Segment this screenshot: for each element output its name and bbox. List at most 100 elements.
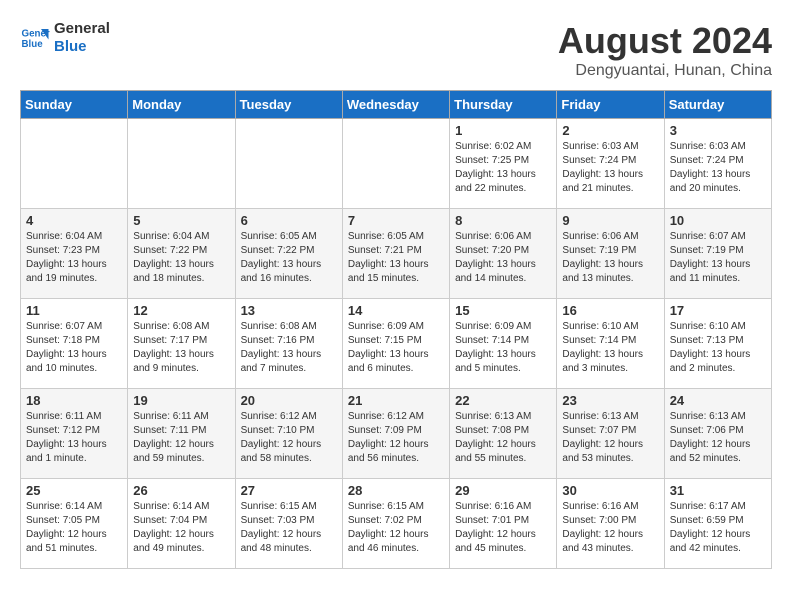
day-info: Sunrise: 6:11 AM Sunset: 7:11 PM Dayligh… bbox=[133, 410, 229, 466]
day-info: Sunrise: 6:08 AM Sunset: 7:16 PM Dayligh… bbox=[241, 320, 337, 376]
calendar-cell bbox=[128, 119, 235, 209]
title-block: August 2024 Dengyuantai, Hunan, China bbox=[558, 20, 772, 80]
calendar-week-row: 11 Sunrise: 6:07 AM Sunset: 7:18 PM Dayli… bbox=[21, 299, 772, 389]
day-number: 13 bbox=[241, 303, 337, 318]
day-info: Sunrise: 6:07 AM Sunset: 7:19 PM Dayligh… bbox=[670, 230, 766, 286]
calendar-cell: 25 Sunrise: 6:14 AM Sunset: 7:05 PM Dayli… bbox=[21, 479, 128, 569]
day-info: Sunrise: 6:15 AM Sunset: 7:03 PM Dayligh… bbox=[241, 500, 337, 556]
day-info: Sunrise: 6:02 AM Sunset: 7:25 PM Dayligh… bbox=[455, 140, 551, 196]
day-info: Sunrise: 6:13 AM Sunset: 7:08 PM Dayligh… bbox=[455, 410, 551, 466]
logo: General Blue GeneralBlue bbox=[20, 20, 110, 56]
calendar-cell: 23 Sunrise: 6:13 AM Sunset: 7:07 PM Dayli… bbox=[557, 389, 664, 479]
day-number: 16 bbox=[562, 303, 658, 318]
month-year: August 2024 bbox=[558, 20, 772, 62]
day-info: Sunrise: 6:10 AM Sunset: 7:14 PM Dayligh… bbox=[562, 320, 658, 376]
day-info: Sunrise: 6:17 AM Sunset: 6:59 PM Dayligh… bbox=[670, 500, 766, 556]
calendar-cell: 30 Sunrise: 6:16 AM Sunset: 7:00 PM Dayli… bbox=[557, 479, 664, 569]
day-info: Sunrise: 6:16 AM Sunset: 7:00 PM Dayligh… bbox=[562, 500, 658, 556]
calendar-cell bbox=[235, 119, 342, 209]
day-info: Sunrise: 6:13 AM Sunset: 7:06 PM Dayligh… bbox=[670, 410, 766, 466]
calendar-cell: 18 Sunrise: 6:11 AM Sunset: 7:12 PM Dayli… bbox=[21, 389, 128, 479]
day-number: 18 bbox=[26, 393, 122, 408]
calendar-cell: 26 Sunrise: 6:14 AM Sunset: 7:04 PM Dayli… bbox=[128, 479, 235, 569]
day-number: 5 bbox=[133, 213, 229, 228]
calendar-cell: 7 Sunrise: 6:05 AM Sunset: 7:21 PM Daylig… bbox=[342, 209, 449, 299]
day-info: Sunrise: 6:09 AM Sunset: 7:14 PM Dayligh… bbox=[455, 320, 551, 376]
day-number: 12 bbox=[133, 303, 229, 318]
day-info: Sunrise: 6:15 AM Sunset: 7:02 PM Dayligh… bbox=[348, 500, 444, 556]
calendar-cell: 20Sunrise: 6:12 AM Sunset: 7:10 PM Dayli… bbox=[235, 389, 342, 479]
calendar-cell bbox=[21, 119, 128, 209]
day-info: Sunrise: 6:06 AM Sunset: 7:19 PM Dayligh… bbox=[562, 230, 658, 286]
calendar-header-row: SundayMondayTuesdayWednesdayThursdayFrid… bbox=[21, 91, 772, 119]
day-info: Sunrise: 6:11 AM Sunset: 7:12 PM Dayligh… bbox=[26, 410, 122, 466]
day-number: 8 bbox=[455, 213, 551, 228]
day-number: 3 bbox=[670, 123, 766, 138]
day-number: 23 bbox=[562, 393, 658, 408]
calendar-cell: 8 Sunrise: 6:06 AM Sunset: 7:20 PM Daylig… bbox=[450, 209, 557, 299]
day-info: Sunrise: 6:16 AM Sunset: 7:01 PM Dayligh… bbox=[455, 500, 551, 556]
calendar-cell: 14 Sunrise: 6:09 AM Sunset: 7:15 PM Dayli… bbox=[342, 299, 449, 389]
calendar-cell: 4Sunrise: 6:04 AM Sunset: 7:23 PM Daylig… bbox=[21, 209, 128, 299]
day-number: 26 bbox=[133, 483, 229, 498]
day-of-week-header: Monday bbox=[128, 91, 235, 119]
calendar-cell: 1 Sunrise: 6:02 AM Sunset: 7:25 PM Daylig… bbox=[450, 119, 557, 209]
day-number: 25 bbox=[26, 483, 122, 498]
calendar-week-row: 18 Sunrise: 6:11 AM Sunset: 7:12 PM Dayli… bbox=[21, 389, 772, 479]
logo-icon: General Blue bbox=[20, 23, 50, 53]
calendar-table: SundayMondayTuesdayWednesdayThursdayFrid… bbox=[20, 90, 772, 569]
calendar-cell bbox=[342, 119, 449, 209]
day-info: Sunrise: 6:03 AM Sunset: 7:24 PM Dayligh… bbox=[562, 140, 658, 196]
day-of-week-header: Wednesday bbox=[342, 91, 449, 119]
day-number: 10 bbox=[670, 213, 766, 228]
day-number: 17 bbox=[670, 303, 766, 318]
day-number: 1 bbox=[455, 123, 551, 138]
day-info: Sunrise: 6:08 AM Sunset: 7:17 PM Dayligh… bbox=[133, 320, 229, 376]
calendar-cell: 17 Sunrise: 6:10 AM Sunset: 7:13 PM Dayli… bbox=[664, 299, 771, 389]
calendar-cell: 22Sunrise: 6:13 AM Sunset: 7:08 PM Dayli… bbox=[450, 389, 557, 479]
calendar-cell: 6Sunrise: 6:05 AM Sunset: 7:22 PM Daylig… bbox=[235, 209, 342, 299]
day-info: Sunrise: 6:03 AM Sunset: 7:24 PM Dayligh… bbox=[670, 140, 766, 196]
day-info: Sunrise: 6:07 AM Sunset: 7:18 PM Dayligh… bbox=[26, 320, 122, 376]
day-info: Sunrise: 6:05 AM Sunset: 7:21 PM Dayligh… bbox=[348, 230, 444, 286]
calendar-cell: 27 Sunrise: 6:15 AM Sunset: 7:03 PM Dayli… bbox=[235, 479, 342, 569]
day-number: 24 bbox=[670, 393, 766, 408]
calendar-cell: 12 Sunrise: 6:08 AM Sunset: 7:17 PM Dayli… bbox=[128, 299, 235, 389]
day-info: Sunrise: 6:04 AM Sunset: 7:23 PM Dayligh… bbox=[26, 230, 122, 286]
calendar-cell: 28Sunrise: 6:15 AM Sunset: 7:02 PM Dayli… bbox=[342, 479, 449, 569]
calendar-body: 1 Sunrise: 6:02 AM Sunset: 7:25 PM Daylig… bbox=[21, 119, 772, 569]
calendar-cell: 11 Sunrise: 6:07 AM Sunset: 7:18 PM Dayli… bbox=[21, 299, 128, 389]
logo-text: GeneralBlue bbox=[54, 20, 110, 56]
day-number: 11 bbox=[26, 303, 122, 318]
day-number: 30 bbox=[562, 483, 658, 498]
day-of-week-header: Tuesday bbox=[235, 91, 342, 119]
calendar-cell: 19Sunrise: 6:11 AM Sunset: 7:11 PM Dayli… bbox=[128, 389, 235, 479]
day-info: Sunrise: 6:14 AM Sunset: 7:04 PM Dayligh… bbox=[133, 500, 229, 556]
calendar-cell: 3 Sunrise: 6:03 AM Sunset: 7:24 PM Daylig… bbox=[664, 119, 771, 209]
day-info: Sunrise: 6:13 AM Sunset: 7:07 PM Dayligh… bbox=[562, 410, 658, 466]
svg-text:Blue: Blue bbox=[22, 39, 44, 50]
day-number: 7 bbox=[348, 213, 444, 228]
calendar-cell: 15 Sunrise: 6:09 AM Sunset: 7:14 PM Dayli… bbox=[450, 299, 557, 389]
day-number: 6 bbox=[241, 213, 337, 228]
calendar-cell: 31 Sunrise: 6:17 AM Sunset: 6:59 PM Dayli… bbox=[664, 479, 771, 569]
day-info: Sunrise: 6:04 AM Sunset: 7:22 PM Dayligh… bbox=[133, 230, 229, 286]
calendar-cell: 9Sunrise: 6:06 AM Sunset: 7:19 PM Daylig… bbox=[557, 209, 664, 299]
day-info: Sunrise: 6:12 AM Sunset: 7:09 PM Dayligh… bbox=[348, 410, 444, 466]
location: Dengyuantai, Hunan, China bbox=[558, 62, 772, 80]
calendar-cell: 5 Sunrise: 6:04 AM Sunset: 7:22 PM Daylig… bbox=[128, 209, 235, 299]
day-info: Sunrise: 6:09 AM Sunset: 7:15 PM Dayligh… bbox=[348, 320, 444, 376]
day-info: Sunrise: 6:06 AM Sunset: 7:20 PM Dayligh… bbox=[455, 230, 551, 286]
day-info: Sunrise: 6:10 AM Sunset: 7:13 PM Dayligh… bbox=[670, 320, 766, 376]
day-number: 27 bbox=[241, 483, 337, 498]
day-of-week-header: Saturday bbox=[664, 91, 771, 119]
day-number: 14 bbox=[348, 303, 444, 318]
day-number: 31 bbox=[670, 483, 766, 498]
calendar-week-row: 25 Sunrise: 6:14 AM Sunset: 7:05 PM Dayli… bbox=[21, 479, 772, 569]
calendar-cell: 29Sunrise: 6:16 AM Sunset: 7:01 PM Dayli… bbox=[450, 479, 557, 569]
calendar-cell: 2Sunrise: 6:03 AM Sunset: 7:24 PM Daylig… bbox=[557, 119, 664, 209]
calendar-cell: 24 Sunrise: 6:13 AM Sunset: 7:06 PM Dayli… bbox=[664, 389, 771, 479]
day-info: Sunrise: 6:14 AM Sunset: 7:05 PM Dayligh… bbox=[26, 500, 122, 556]
calendar-cell: 21Sunrise: 6:12 AM Sunset: 7:09 PM Dayli… bbox=[342, 389, 449, 479]
day-number: 15 bbox=[455, 303, 551, 318]
